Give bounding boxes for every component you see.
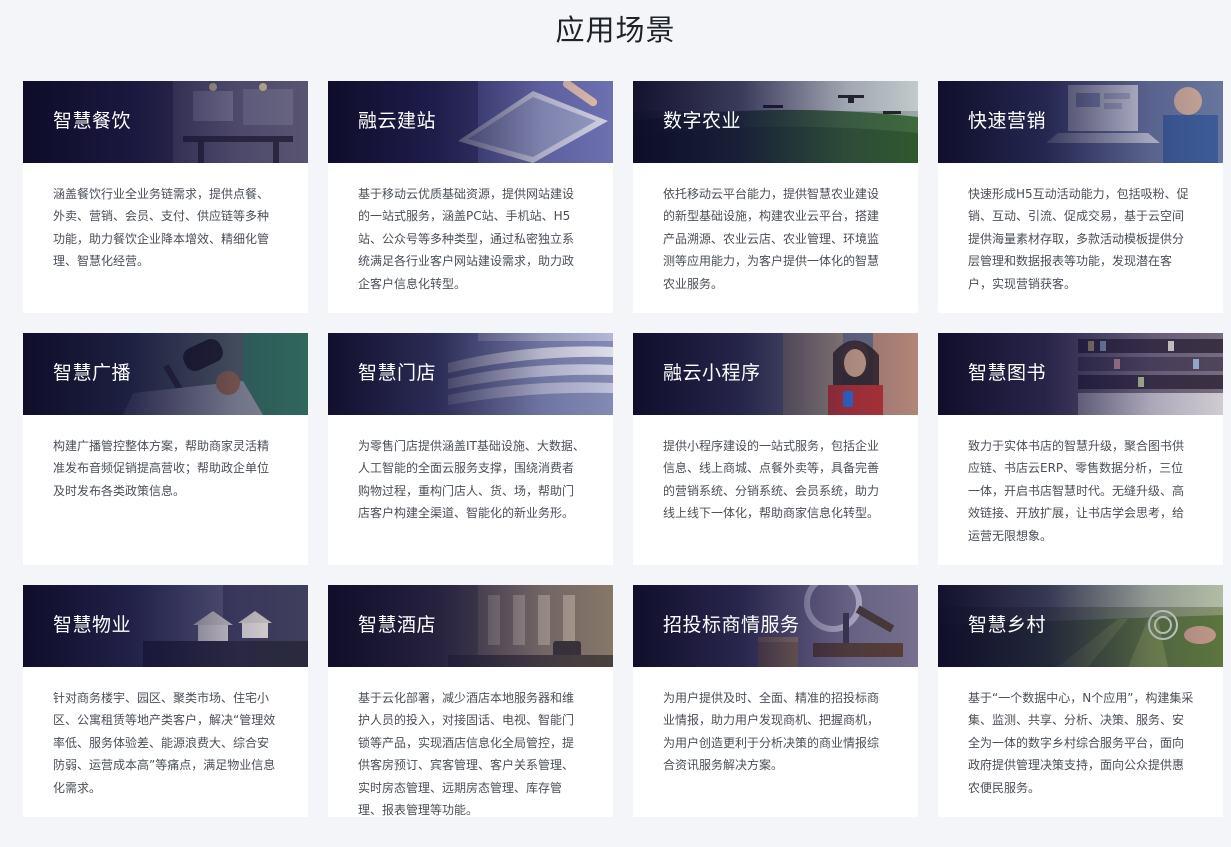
card-banner: 招投标商情服务	[633, 585, 918, 667]
card-banner: 智慧图书	[938, 333, 1223, 415]
card-description: 依托移动云平台能力，提供智慧农业建设的新型基础设施，构建农业云平台，搭建产品溯源…	[663, 187, 880, 291]
card-title: 融云小程序	[663, 362, 761, 384]
scenario-card[interactable]: 招投标商情服务 为用户提供及时、全面、精准的招投标商业情报，助力用户发现商机、把…	[633, 585, 918, 817]
card-description: 快速形成H5互动活动能力，包括吸粉、促销、互动、引流、促成交易，基于云空间提供海…	[968, 187, 1189, 291]
card-description: 基于“一个数据中心，N个应用”，构建集采集、监测、共享、分析、决策、服务、安全为…	[968, 691, 1194, 795]
scenario-card[interactable]: 智慧物业 针对商务楼宇、园区、聚类市场、住宅小区、公寓租赁等地产类客户，解决“管…	[23, 585, 308, 817]
card-banner: 数字农业	[633, 81, 918, 163]
scenario-card[interactable]: 智慧乡村 基于“一个数据中心，N个应用”，构建集采集、监测、共享、分析、决策、服…	[938, 585, 1223, 817]
card-banner: 快速营销	[938, 81, 1223, 163]
scenario-card[interactable]: 融云建站 基于移动云优质基础资源，提供网站建设的一站式服务，涵盖PC站、手机站、…	[328, 81, 613, 313]
card-description: 提供小程序建设的一站式服务，包括企业信息、线上商城、点餐外卖等，具备完善的营销系…	[663, 439, 880, 521]
card-description: 基于移动云优质基础资源，提供网站建设的一站式服务，涵盖PC站、手机站、H5站、公…	[358, 187, 575, 291]
card-banner: 智慧餐饮	[23, 81, 308, 163]
scenario-card[interactable]: 智慧门店 为零售门店提供涵盖IT基础设施、大数据、人工智能的全面云服务支撑，围绕…	[328, 333, 613, 565]
scenario-card[interactable]: 智慧酒店 基于云化部署，减少酒店本地服务器和维护人员的投入，对接固话、电视、智能…	[328, 585, 613, 817]
card-title: 融云建站	[358, 110, 437, 132]
card-banner: 融云小程序	[633, 333, 918, 415]
scenario-card[interactable]: 智慧图书 致力于实体书店的智慧升级，聚合图书供应链、书店云ERP、零售数据分析，…	[938, 333, 1223, 565]
page-title: 应用场景	[555, 13, 676, 47]
card-description: 针对商务楼宇、园区、聚类市场、住宅小区、公寓租赁等地产类客户，解决“管理效率低、…	[53, 691, 276, 795]
card-banner: 融云建站	[328, 81, 613, 163]
card-banner: 智慧门店	[328, 333, 613, 415]
card-banner: 智慧酒店	[328, 585, 613, 667]
card-description: 涵盖餐饮行业全业务链需求，提供点餐、外卖、营销、会员、支付、供应链等多种功能，助…	[53, 187, 270, 269]
card-title: 智慧门店	[358, 362, 437, 384]
scenario-card[interactable]: 快速营销 快速形成H5互动活动能力，包括吸粉、促销、互动、引流、促成交易，基于云…	[938, 81, 1223, 313]
card-title: 数字农业	[663, 110, 742, 132]
scenario-card[interactable]: 融云小程序 提供小程序建设的一站式服务，包括企业信息、线上商城、点餐外卖等，具备…	[633, 333, 918, 565]
card-banner: 智慧物业	[23, 585, 308, 667]
scenario-card[interactable]: 数字农业 依托移动云平台能力，提供智慧农业建设的新型基础设施，构建农业云平台，搭…	[633, 81, 918, 313]
card-title: 智慧广播	[53, 362, 132, 384]
scenario-card[interactable]: 智慧广播 构建广播管控整体方案，帮助商家灵活精准发布音频促销提高营收；帮助政企单…	[23, 333, 308, 565]
card-description: 致力于实体书店的智慧升级，聚合图书供应链、书店云ERP、零售数据分析，三位一体，…	[968, 439, 1185, 543]
scenario-card[interactable]: 智慧餐饮 涵盖餐饮行业全业务链需求，提供点餐、外卖、营销、会员、支付、供应链等多…	[23, 81, 308, 313]
card-banner: 智慧广播	[23, 333, 308, 415]
card-banner: 智慧乡村	[938, 585, 1223, 667]
card-title: 智慧酒店	[358, 614, 437, 636]
card-description: 构建广播管控整体方案，帮助商家灵活精准发布音频促销提高营收；帮助政企单位及时发布…	[53, 439, 270, 498]
card-title: 智慧物业	[53, 614, 132, 636]
card-title: 智慧乡村	[968, 614, 1047, 636]
scenario-grid: 智慧餐饮 涵盖餐饮行业全业务链需求，提供点餐、外卖、营销、会员、支付、供应链等多…	[23, 81, 1223, 817]
card-description: 为零售门店提供涵盖IT基础设施、大数据、人工智能的全面云服务支撑，围绕消费者购物…	[358, 439, 585, 521]
card-description: 基于云化部署，减少酒店本地服务器和维护人员的投入，对接固话、电视、智能门锁等产品…	[358, 691, 575, 817]
card-title: 招投标商情服务	[663, 614, 800, 636]
card-title: 智慧图书	[968, 362, 1047, 384]
card-description: 为用户提供及时、全面、精准的招投标商业情报，助力用户发现商机、把握商机，为用户创…	[663, 691, 880, 773]
card-title: 智慧餐饮	[53, 110, 132, 132]
card-title: 快速营销	[968, 110, 1047, 132]
